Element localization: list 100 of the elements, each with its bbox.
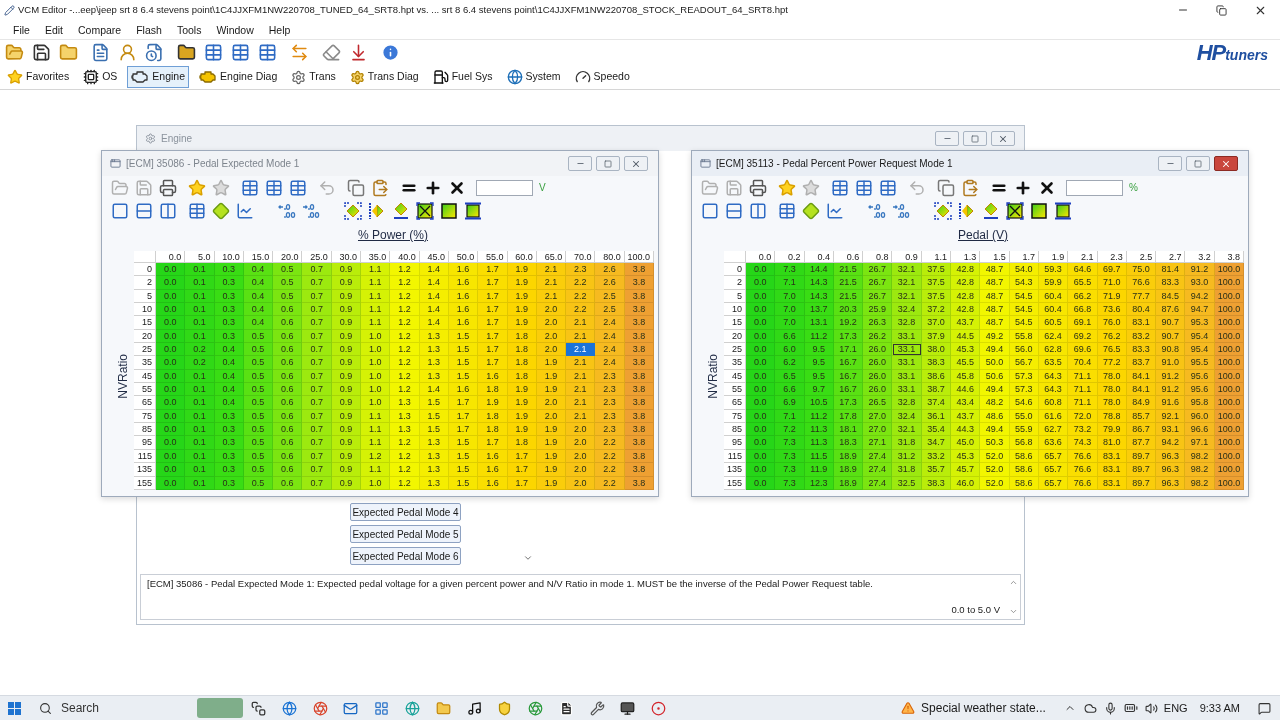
table-cell[interactable]: 0.0 bbox=[746, 303, 776, 317]
table-cell[interactable]: 0.5 bbox=[273, 263, 303, 277]
table-cell[interactable]: 1.2 bbox=[390, 263, 420, 277]
table-cell[interactable]: 90.7 bbox=[1156, 316, 1186, 330]
table-cell[interactable]: 54.3 bbox=[1009, 276, 1039, 290]
table-icon[interactable] bbox=[231, 43, 250, 62]
table-cell[interactable]: 100.0 bbox=[1214, 423, 1245, 437]
table-cell[interactable]: 1.3 bbox=[419, 463, 449, 477]
microphone-icon[interactable] bbox=[1103, 701, 1117, 715]
table-cell[interactable]: 16.7 bbox=[833, 383, 864, 397]
table-cell[interactable]: 1.7 bbox=[507, 463, 537, 477]
table-cell[interactable]: 2.0 bbox=[566, 423, 596, 437]
table-cell[interactable]: 2.0 bbox=[536, 343, 567, 357]
table-cell[interactable]: 2.1 bbox=[566, 383, 596, 397]
table-cell[interactable]: 43.4 bbox=[951, 396, 981, 410]
table-cell[interactable]: 0.7 bbox=[302, 396, 332, 410]
single-view-icon[interactable] bbox=[111, 201, 129, 220]
table-cell[interactable]: 0.7 bbox=[302, 423, 332, 437]
table-cell[interactable]: 0.7 bbox=[302, 316, 332, 330]
table-cell[interactable]: 32.4 bbox=[892, 303, 922, 317]
table-cell[interactable]: 62.7 bbox=[1038, 423, 1069, 437]
table-cell[interactable]: 1.9 bbox=[507, 423, 537, 437]
table-cell[interactable]: 11.3 bbox=[804, 423, 834, 437]
table-cell[interactable]: 32.8 bbox=[892, 396, 922, 410]
table-cell[interactable]: 0.9 bbox=[331, 463, 362, 477]
music-note-icon[interactable] bbox=[466, 700, 482, 716]
table-cell[interactable]: 0.0 bbox=[156, 276, 186, 290]
table-cell[interactable]: 0.3 bbox=[214, 316, 244, 330]
table-cell[interactable]: 1.7 bbox=[478, 276, 508, 290]
category-tab[interactable]: Engine Diag bbox=[195, 66, 282, 88]
table-cell[interactable]: 59.9 bbox=[1038, 276, 1069, 290]
table-cell[interactable]: 0.0 bbox=[746, 423, 776, 437]
table-cell[interactable]: 65.7 bbox=[1038, 463, 1069, 477]
table-cell[interactable]: 50.0 bbox=[980, 356, 1010, 370]
table-cell[interactable]: 71.1 bbox=[1068, 396, 1098, 410]
table-cell[interactable]: 54.5 bbox=[1009, 303, 1039, 317]
table-cell[interactable]: 1.6 bbox=[448, 276, 479, 290]
table-cell[interactable]: 1.7 bbox=[478, 316, 508, 330]
category-tab[interactable]: Speedo bbox=[570, 66, 634, 88]
table-cell[interactable]: 0.0 bbox=[156, 423, 186, 437]
table-cell[interactable]: 0.0 bbox=[746, 356, 776, 370]
table-cell[interactable]: 100.0 bbox=[1214, 303, 1245, 317]
table-cell[interactable]: 1.3 bbox=[419, 356, 449, 370]
star-icon[interactable] bbox=[802, 178, 820, 197]
table-cell[interactable]: 17.3 bbox=[833, 396, 864, 410]
table-cell[interactable]: 2.4 bbox=[595, 343, 625, 357]
table-cell[interactable]: 1.7 bbox=[448, 396, 479, 410]
table-cell[interactable]: 1.9 bbox=[536, 383, 567, 397]
table-cell[interactable]: 0.1 bbox=[185, 396, 215, 410]
table-cell[interactable]: 69.7 bbox=[1097, 263, 1127, 277]
diamond-bar-icon[interactable] bbox=[392, 201, 410, 220]
table-cell[interactable]: 48.7 bbox=[980, 303, 1010, 317]
table-cell[interactable]: 1.7 bbox=[478, 343, 508, 357]
table-cell[interactable]: 0.9 bbox=[331, 396, 362, 410]
close-button[interactable] bbox=[991, 131, 1015, 146]
table-cell[interactable]: 27.0 bbox=[863, 423, 893, 437]
copy-icon[interactable] bbox=[347, 178, 365, 197]
table-cell[interactable]: 93.0 bbox=[1185, 276, 1215, 290]
table-cell[interactable]: 3.8 bbox=[624, 356, 655, 370]
table-cell[interactable]: 1.6 bbox=[448, 316, 479, 330]
table-cell[interactable]: 13.7 bbox=[804, 303, 834, 317]
table-cell[interactable]: 1.4 bbox=[419, 383, 449, 397]
table-cell[interactable]: 1.4 bbox=[419, 316, 449, 330]
crossed-square-icon[interactable] bbox=[416, 201, 434, 220]
table-cell[interactable]: 49.4 bbox=[980, 383, 1010, 397]
table-cell[interactable]: 1.9 bbox=[536, 436, 567, 450]
table-cell[interactable]: 93.1 bbox=[1156, 423, 1186, 437]
table-cell[interactable]: 0.0 bbox=[156, 383, 186, 397]
table-cell[interactable]: 1.5 bbox=[448, 343, 479, 357]
grid-icon[interactable] bbox=[374, 700, 390, 716]
info-icon[interactable] bbox=[381, 43, 400, 62]
table-cell[interactable]: 100.0 bbox=[1214, 356, 1245, 370]
table-cell[interactable]: 27.1 bbox=[863, 436, 893, 450]
table-cell[interactable]: 0.9 bbox=[331, 356, 362, 370]
category-tab[interactable]: Fuel Sys bbox=[428, 66, 497, 88]
table-cell[interactable]: 0.1 bbox=[185, 303, 215, 317]
table-cell[interactable]: 9.7 bbox=[804, 383, 834, 397]
table-cell[interactable]: 32.1 bbox=[892, 263, 922, 277]
table-cell[interactable]: 1.7 bbox=[448, 423, 479, 437]
table-cell[interactable]: 1.8 bbox=[507, 436, 537, 450]
decrease-decimals-icon[interactable] bbox=[868, 202, 886, 219]
restore-icon[interactable] bbox=[1216, 4, 1227, 16]
table-cell[interactable]: 1.9 bbox=[536, 423, 567, 437]
table-cell[interactable]: 0.4 bbox=[243, 316, 274, 330]
gradient-square-icon[interactable] bbox=[464, 201, 482, 220]
columns-icon[interactable] bbox=[159, 201, 177, 220]
table-cell[interactable]: 0.7 bbox=[302, 303, 332, 317]
table-cell[interactable]: 100.0 bbox=[1214, 343, 1245, 357]
table-cell[interactable]: 95.3 bbox=[1185, 316, 1215, 330]
table-cell[interactable]: 0.0 bbox=[746, 263, 776, 277]
table-cell[interactable]: 97.1 bbox=[1185, 436, 1215, 450]
table-cell[interactable]: 64.3 bbox=[1038, 383, 1069, 397]
decrease-decimals-icon[interactable] bbox=[278, 202, 296, 219]
table-cell[interactable]: 1.3 bbox=[390, 396, 420, 410]
table-cell[interactable]: 6.6 bbox=[775, 383, 805, 397]
table-cell[interactable]: 2.6 bbox=[595, 276, 625, 290]
table-cell[interactable]: 54.0 bbox=[1009, 263, 1039, 277]
table-cell[interactable]: 89.7 bbox=[1126, 463, 1157, 477]
menu-item[interactable]: Edit bbox=[38, 21, 69, 38]
table-cell[interactable]: 0.4 bbox=[214, 356, 244, 370]
